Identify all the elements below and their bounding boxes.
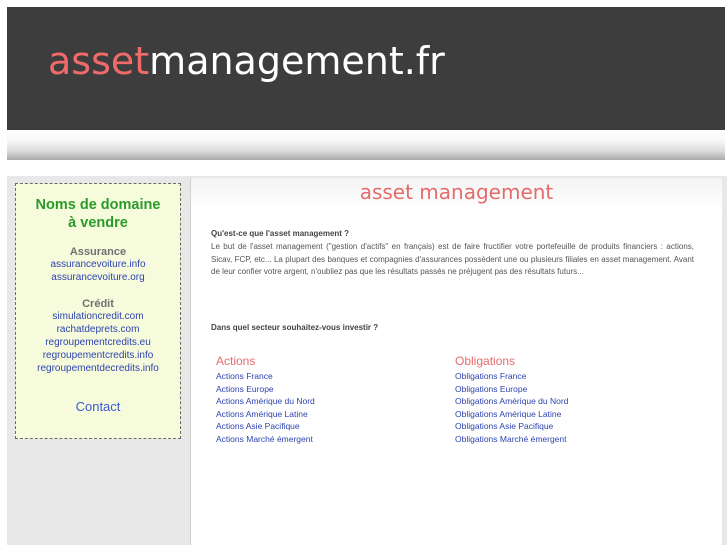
sidebar-title: Noms de domaine à vendre [16, 196, 180, 232]
obligations-link-europe[interactable]: Obligations Europe [455, 383, 655, 396]
actions-heading: Actions [216, 354, 256, 368]
sidebar-link-assurancevoiture-org[interactable]: assurancevoiture.org [16, 271, 180, 284]
question-heading: Qu'est-ce que l'asset management ? [211, 229, 350, 238]
sidebar: Noms de domaine à vendre Assurance assur… [15, 183, 181, 439]
actions-link-amerique-latine[interactable]: Actions Amérique Latine [216, 408, 416, 421]
sidebar-link-regroupementdecredits-info[interactable]: regroupementdecredits.info [16, 362, 180, 375]
header-gap [0, 160, 727, 176]
sidebar-link-assurancevoiture-info[interactable]: assurancevoiture.info [16, 258, 180, 271]
sidebar-link-regroupementcredits-eu[interactable]: regroupementcredits.eu [16, 336, 180, 349]
actions-link-amerique-nord[interactable]: Actions Amérique du Nord [216, 395, 416, 408]
sidebar-link-rachatdeprets[interactable]: rachatdeprets.com [16, 323, 180, 336]
sidebar-title-line1: Noms de domaine [35, 197, 161, 213]
obligations-link-marche-emergent[interactable]: Obligations Marché émergent [455, 433, 655, 446]
header-stripe [7, 130, 725, 160]
actions-link-marche-emergent[interactable]: Actions Marché émergent [216, 433, 416, 446]
sidebar-section-heading-credit: Crédit [82, 298, 114, 310]
contact-link[interactable]: Contact [16, 399, 180, 414]
actions-link-europe[interactable]: Actions Europe [216, 383, 416, 396]
obligations-heading: Obligations [455, 354, 516, 368]
site-logo[interactable]: assetmanagement.fr [48, 37, 445, 85]
sidebar-section-heading-assurance: Assurance [69, 246, 127, 258]
actions-link-france[interactable]: Actions France [216, 370, 416, 383]
obligations-link-amerique-nord[interactable]: Obligations Amérique du Nord [455, 395, 655, 408]
main-content: asset management Qu'est-ce que l'asset m… [190, 178, 722, 545]
actions-link-asie-pacifique[interactable]: Actions Asie Pacifique [216, 420, 416, 433]
actions-column: Actions Actions France Actions Europe Ac… [216, 354, 416, 446]
logo-accent-text: asset [48, 39, 150, 83]
obligations-link-france[interactable]: Obligations France [455, 370, 655, 383]
obligations-link-amerique-latine[interactable]: Obligations Amérique Latine [455, 408, 655, 421]
sidebar-link-simulationcredit[interactable]: simulationcredit.com [16, 310, 180, 323]
main-header-band: asset management [191, 178, 722, 212]
sidebar-title-line2: à vendre [68, 215, 128, 231]
sector-question: Dans quel secteur souhaitez-vous investi… [211, 323, 379, 332]
page-title: asset management [359, 180, 554, 204]
obligations-column: Obligations Obligations France Obligatio… [455, 354, 655, 446]
sidebar-link-regroupementcredits-info[interactable]: regroupementcredits.info [16, 349, 180, 362]
obligations-link-asie-pacifique[interactable]: Obligations Asie Pacifique [455, 420, 655, 433]
logo-rest-text: management.fr [149, 39, 445, 83]
intro-paragraph: Le but de l'asset management ("gestion d… [211, 242, 694, 277]
site-header: assetmanagement.fr [7, 7, 725, 130]
